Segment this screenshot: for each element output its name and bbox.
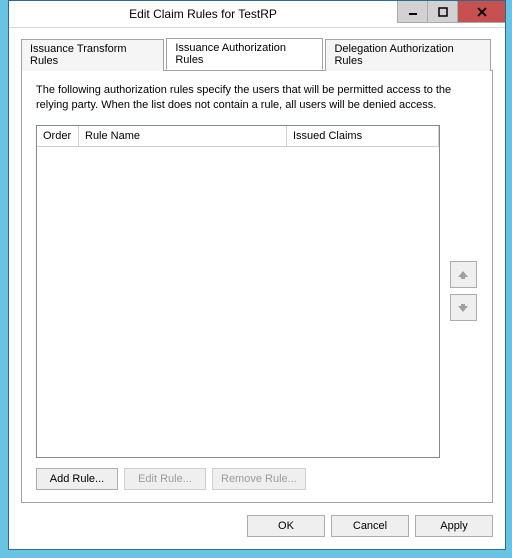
dialog-buttons-row: OK Cancel Apply	[21, 515, 493, 537]
ok-button[interactable]: OK	[247, 515, 325, 537]
dialog-window: Edit Claim Rules for TestRP Issuance Tra…	[8, 0, 506, 550]
order-arrows	[446, 125, 480, 458]
rule-buttons-row: Add Rule... Edit Rule... Remove Rule...	[36, 468, 480, 490]
panel-description: The following authorization rules specif…	[36, 83, 480, 113]
column-rule-name[interactable]: Rule Name	[79, 126, 287, 146]
column-issued-claims[interactable]: Issued Claims	[287, 126, 439, 146]
column-order[interactable]: Order	[37, 126, 79, 146]
client-area: Issuance Transform Rules Issuance Author…	[9, 28, 505, 549]
tab-strip: Issuance Transform Rules Issuance Author…	[21, 38, 493, 70]
close-button[interactable]	[457, 1, 505, 23]
maximize-icon	[438, 7, 448, 17]
apply-button[interactable]: Apply	[415, 515, 493, 537]
window-title: Edit Claim Rules for TestRP	[9, 7, 397, 21]
list-header: Order Rule Name Issued Claims	[37, 126, 439, 147]
arrow-down-icon	[457, 302, 469, 314]
tab-issuance-authorization[interactable]: Issuance Authorization Rules	[166, 38, 323, 70]
remove-rule-button: Remove Rule...	[212, 468, 306, 490]
list-body	[37, 147, 439, 457]
tab-issuance-transform[interactable]: Issuance Transform Rules	[21, 39, 164, 71]
move-up-button[interactable]	[450, 261, 477, 288]
tab-panel: The following authorization rules specif…	[21, 70, 493, 503]
close-icon	[476, 6, 488, 18]
minimize-icon	[408, 7, 418, 17]
add-rule-button[interactable]: Add Rule...	[36, 468, 118, 490]
rules-list[interactable]: Order Rule Name Issued Claims	[36, 125, 440, 458]
tab-delegation-authorization[interactable]: Delegation Authorization Rules	[325, 39, 491, 71]
edit-rule-button: Edit Rule...	[124, 468, 206, 490]
cancel-button[interactable]: Cancel	[331, 515, 409, 537]
titlebar: Edit Claim Rules for TestRP	[9, 1, 505, 28]
minimize-button[interactable]	[397, 1, 427, 23]
move-down-button[interactable]	[450, 294, 477, 321]
main-row: Order Rule Name Issued Claims	[36, 125, 480, 458]
arrow-up-icon	[457, 269, 469, 281]
maximize-button[interactable]	[427, 1, 457, 23]
window-buttons	[397, 1, 505, 27]
